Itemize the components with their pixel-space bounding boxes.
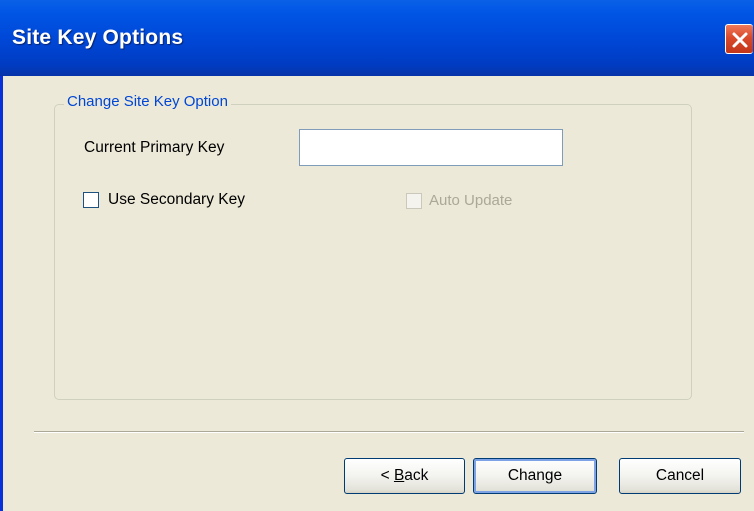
use-secondary-key-label[interactable]: Use Secondary Key — [108, 191, 245, 209]
back-button-rest: ack — [404, 467, 429, 484]
use-secondary-key-checkbox[interactable] — [83, 192, 99, 208]
separator — [34, 431, 744, 433]
back-button-mnemonic: B — [393, 467, 405, 484]
change-button[interactable]: Change — [473, 458, 597, 494]
current-primary-key-label: Current Primary Key — [84, 139, 225, 156]
window-title: Site Key Options — [12, 26, 184, 49]
back-button[interactable]: < Back — [344, 458, 465, 494]
close-x-icon — [732, 32, 748, 48]
current-primary-key-input[interactable] — [299, 129, 563, 166]
title-bar: Site Key Options — [0, 0, 754, 76]
cancel-button-label: Cancel — [655, 467, 705, 484]
back-button-prefix: < — [380, 467, 394, 484]
auto-update-checkbox — [406, 193, 422, 209]
change-button-label: Change — [507, 467, 563, 484]
group-legend: Change Site Key Option — [64, 93, 231, 110]
close-button[interactable] — [725, 24, 753, 54]
auto-update-label: Auto Update — [429, 192, 513, 209]
cancel-button[interactable]: Cancel — [619, 458, 741, 494]
